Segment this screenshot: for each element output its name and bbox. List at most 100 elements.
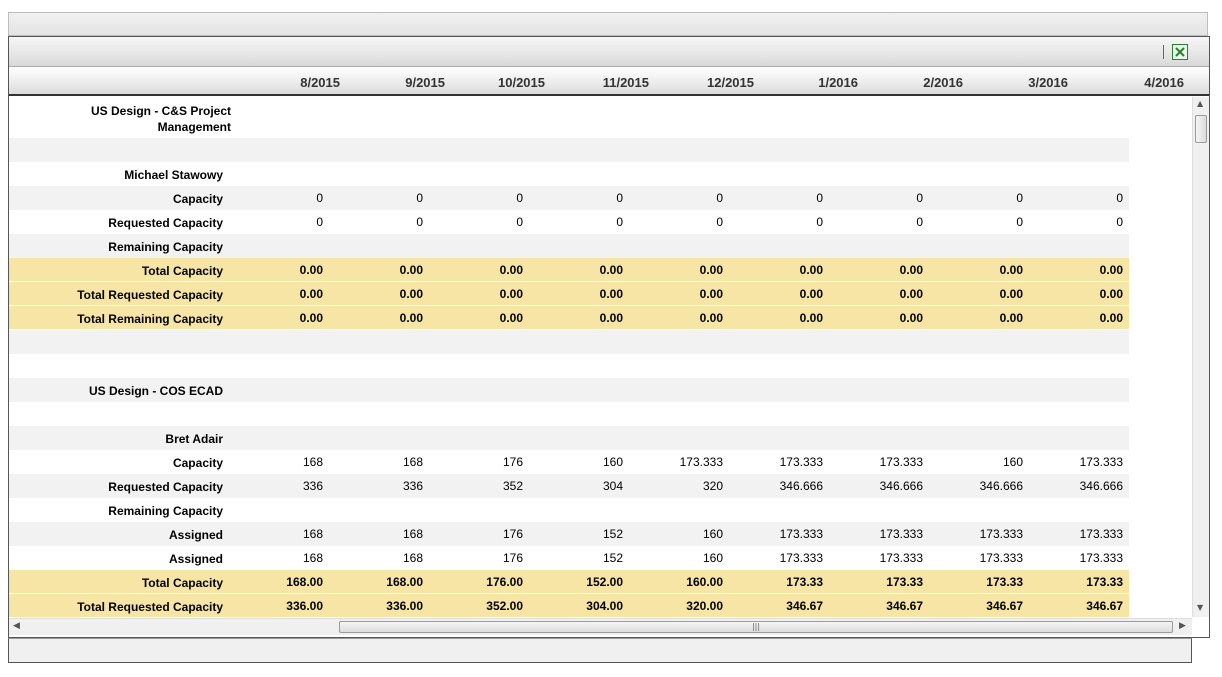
table-cell: 168	[402, 527, 423, 541]
grid-panel: 8/2015 9/2015 10/2015 11/2015 12/2015 1/2016 2…	[8, 36, 1210, 638]
table-cell: 0.00	[399, 311, 423, 325]
row-label: Capacity	[172, 192, 223, 206]
table-cell: 336	[402, 479, 423, 493]
column-header[interactable]: 10/2015	[445, 75, 545, 90]
table-cell: 173.333	[779, 551, 823, 565]
table-cell: 0.00	[699, 311, 723, 325]
table-cell: 304.00	[586, 599, 623, 613]
total-row: Total Remaining Capacity 0.00 0.00 0.00 0.00…	[9, 306, 1129, 330]
row-label: Requested Capacity	[108, 480, 223, 494]
row-label: Total Requested Capacity	[77, 600, 223, 614]
row-label: Remaining Capacity	[108, 504, 223, 518]
table-cell: 0.00	[999, 287, 1023, 301]
table-cell: 160	[702, 527, 723, 541]
arrow-left-icon[interactable]: ◀	[13, 621, 20, 631]
row-label: Total Requested Capacity	[77, 288, 223, 302]
table-cell: 336.00	[286, 599, 323, 613]
table-cell: 0.00	[499, 287, 523, 301]
table-cell: 352	[502, 479, 523, 493]
total-row: Total Capacity 0.00 0.00 0.00 0.00 0.00 0.00 0.…	[9, 258, 1129, 282]
column-header[interactable]: 4/2016	[1084, 75, 1184, 90]
column-header[interactable]: 1/2016	[758, 75, 858, 90]
toolbar	[9, 37, 1209, 67]
column-header[interactable]: 3/2016	[968, 75, 1068, 90]
row-label: Total Capacity	[141, 576, 223, 590]
table-cell: 0.00	[499, 311, 523, 325]
table-cell: 0	[416, 215, 423, 229]
column-header[interactable]: 12/2015	[654, 75, 754, 90]
table-cell: 0	[616, 191, 623, 205]
table-cell: 0.00	[599, 263, 623, 277]
resource-name: Bret Adair	[165, 432, 223, 446]
table-cell: 173.333	[979, 551, 1023, 565]
vertical-scrollbar[interactable]: ▲ ▼	[1192, 97, 1209, 617]
table-cell: 336	[302, 479, 323, 493]
arrow-down-icon[interactable]: ▼	[1197, 603, 1203, 612]
table-cell: 0	[916, 191, 923, 205]
table-cell: 0.00	[299, 263, 323, 277]
total-row: Total Requested Capacity 336.00 336.00 352.…	[9, 594, 1129, 617]
table-cell: 0.00	[599, 287, 623, 301]
table-cell: 168.00	[386, 575, 423, 589]
table-cell: 346.666	[879, 479, 923, 493]
table-cell: 0.00	[899, 311, 923, 325]
table-cell: 173.333	[779, 455, 823, 469]
table-cell: 173.333	[979, 527, 1023, 541]
table-cell: 0	[416, 191, 423, 205]
row-label: Remaining Capacity	[108, 240, 223, 254]
arrow-up-icon[interactable]: ▲	[1197, 99, 1203, 108]
horizontal-scroll-thumb[interactable]: |||	[339, 621, 1173, 633]
table-cell: 0	[1116, 191, 1123, 205]
table-row: US Design - COS ECAD	[9, 378, 1129, 402]
table-cell: 176	[502, 551, 523, 565]
table-cell: 168	[402, 551, 423, 565]
spacer-row	[9, 402, 1129, 426]
column-header[interactable]: 9/2015	[345, 75, 445, 90]
table-cell: 152	[602, 551, 623, 565]
column-header[interactable]: 11/2015	[549, 75, 649, 90]
table-cell: 173.333	[1079, 455, 1123, 469]
table-cell: 0.00	[1099, 311, 1123, 325]
table-cell: 346.666	[1079, 479, 1123, 493]
table-cell: 346.67	[1086, 599, 1123, 613]
table-cell: 0	[716, 191, 723, 205]
table-cell: 173.33	[1086, 575, 1123, 589]
table-cell: 160	[1002, 455, 1023, 469]
table-row: Remaining Capacity	[9, 498, 1129, 522]
table-cell: 346.666	[979, 479, 1023, 493]
table-cell: 0.00	[799, 287, 823, 301]
group-label: US Design - COS ECAD	[88, 384, 223, 398]
table-row: Bret Adair	[9, 426, 1129, 450]
table-cell: 0.00	[399, 263, 423, 277]
spacer-row	[9, 330, 1129, 354]
table-cell: 173.333	[879, 455, 923, 469]
excel-export-icon[interactable]	[1172, 44, 1188, 60]
table-row: Remaining Capacity	[9, 234, 1129, 258]
horizontal-scrollbar[interactable]: ◀ ||| ▶	[9, 618, 1192, 635]
table-cell: 173.333	[679, 455, 723, 469]
table-cell: 336.00	[386, 599, 423, 613]
table-cell: 160	[702, 551, 723, 565]
table-row: Capacity 168 168 176 160 173.333 173.333 173.33…	[9, 450, 1129, 474]
column-header-row: 8/2015 9/2015 10/2015 11/2015 12/2015 1/2016 2…	[9, 68, 1209, 96]
table-cell: 346.67	[786, 599, 823, 613]
spacer-row	[9, 138, 1129, 162]
table-row: US Design - C&S Project Management	[9, 97, 1129, 138]
table-cell: 0.00	[1099, 287, 1123, 301]
table-cell: 0.00	[799, 311, 823, 325]
table-row: Assigned 168 168 176 152 160 173.333 173.333 173…	[9, 522, 1129, 546]
arrow-right-icon[interactable]: ▶	[1179, 621, 1186, 631]
table-cell: 346.666	[779, 479, 823, 493]
table-cell: 173.333	[879, 527, 923, 541]
vertical-scroll-thumb[interactable]	[1195, 115, 1207, 143]
table-row: Michael Stawowy	[9, 162, 1129, 186]
table-cell: 0	[316, 191, 323, 205]
column-header[interactable]: 8/2015	[240, 75, 340, 90]
table-cell: 152	[602, 527, 623, 541]
table-cell: 0	[616, 215, 623, 229]
table-cell: 320	[702, 479, 723, 493]
row-label: Requested Capacity	[108, 216, 223, 230]
table-cell: 0	[916, 215, 923, 229]
column-header[interactable]: 2/2016	[863, 75, 963, 90]
table-cell: 168	[302, 551, 323, 565]
